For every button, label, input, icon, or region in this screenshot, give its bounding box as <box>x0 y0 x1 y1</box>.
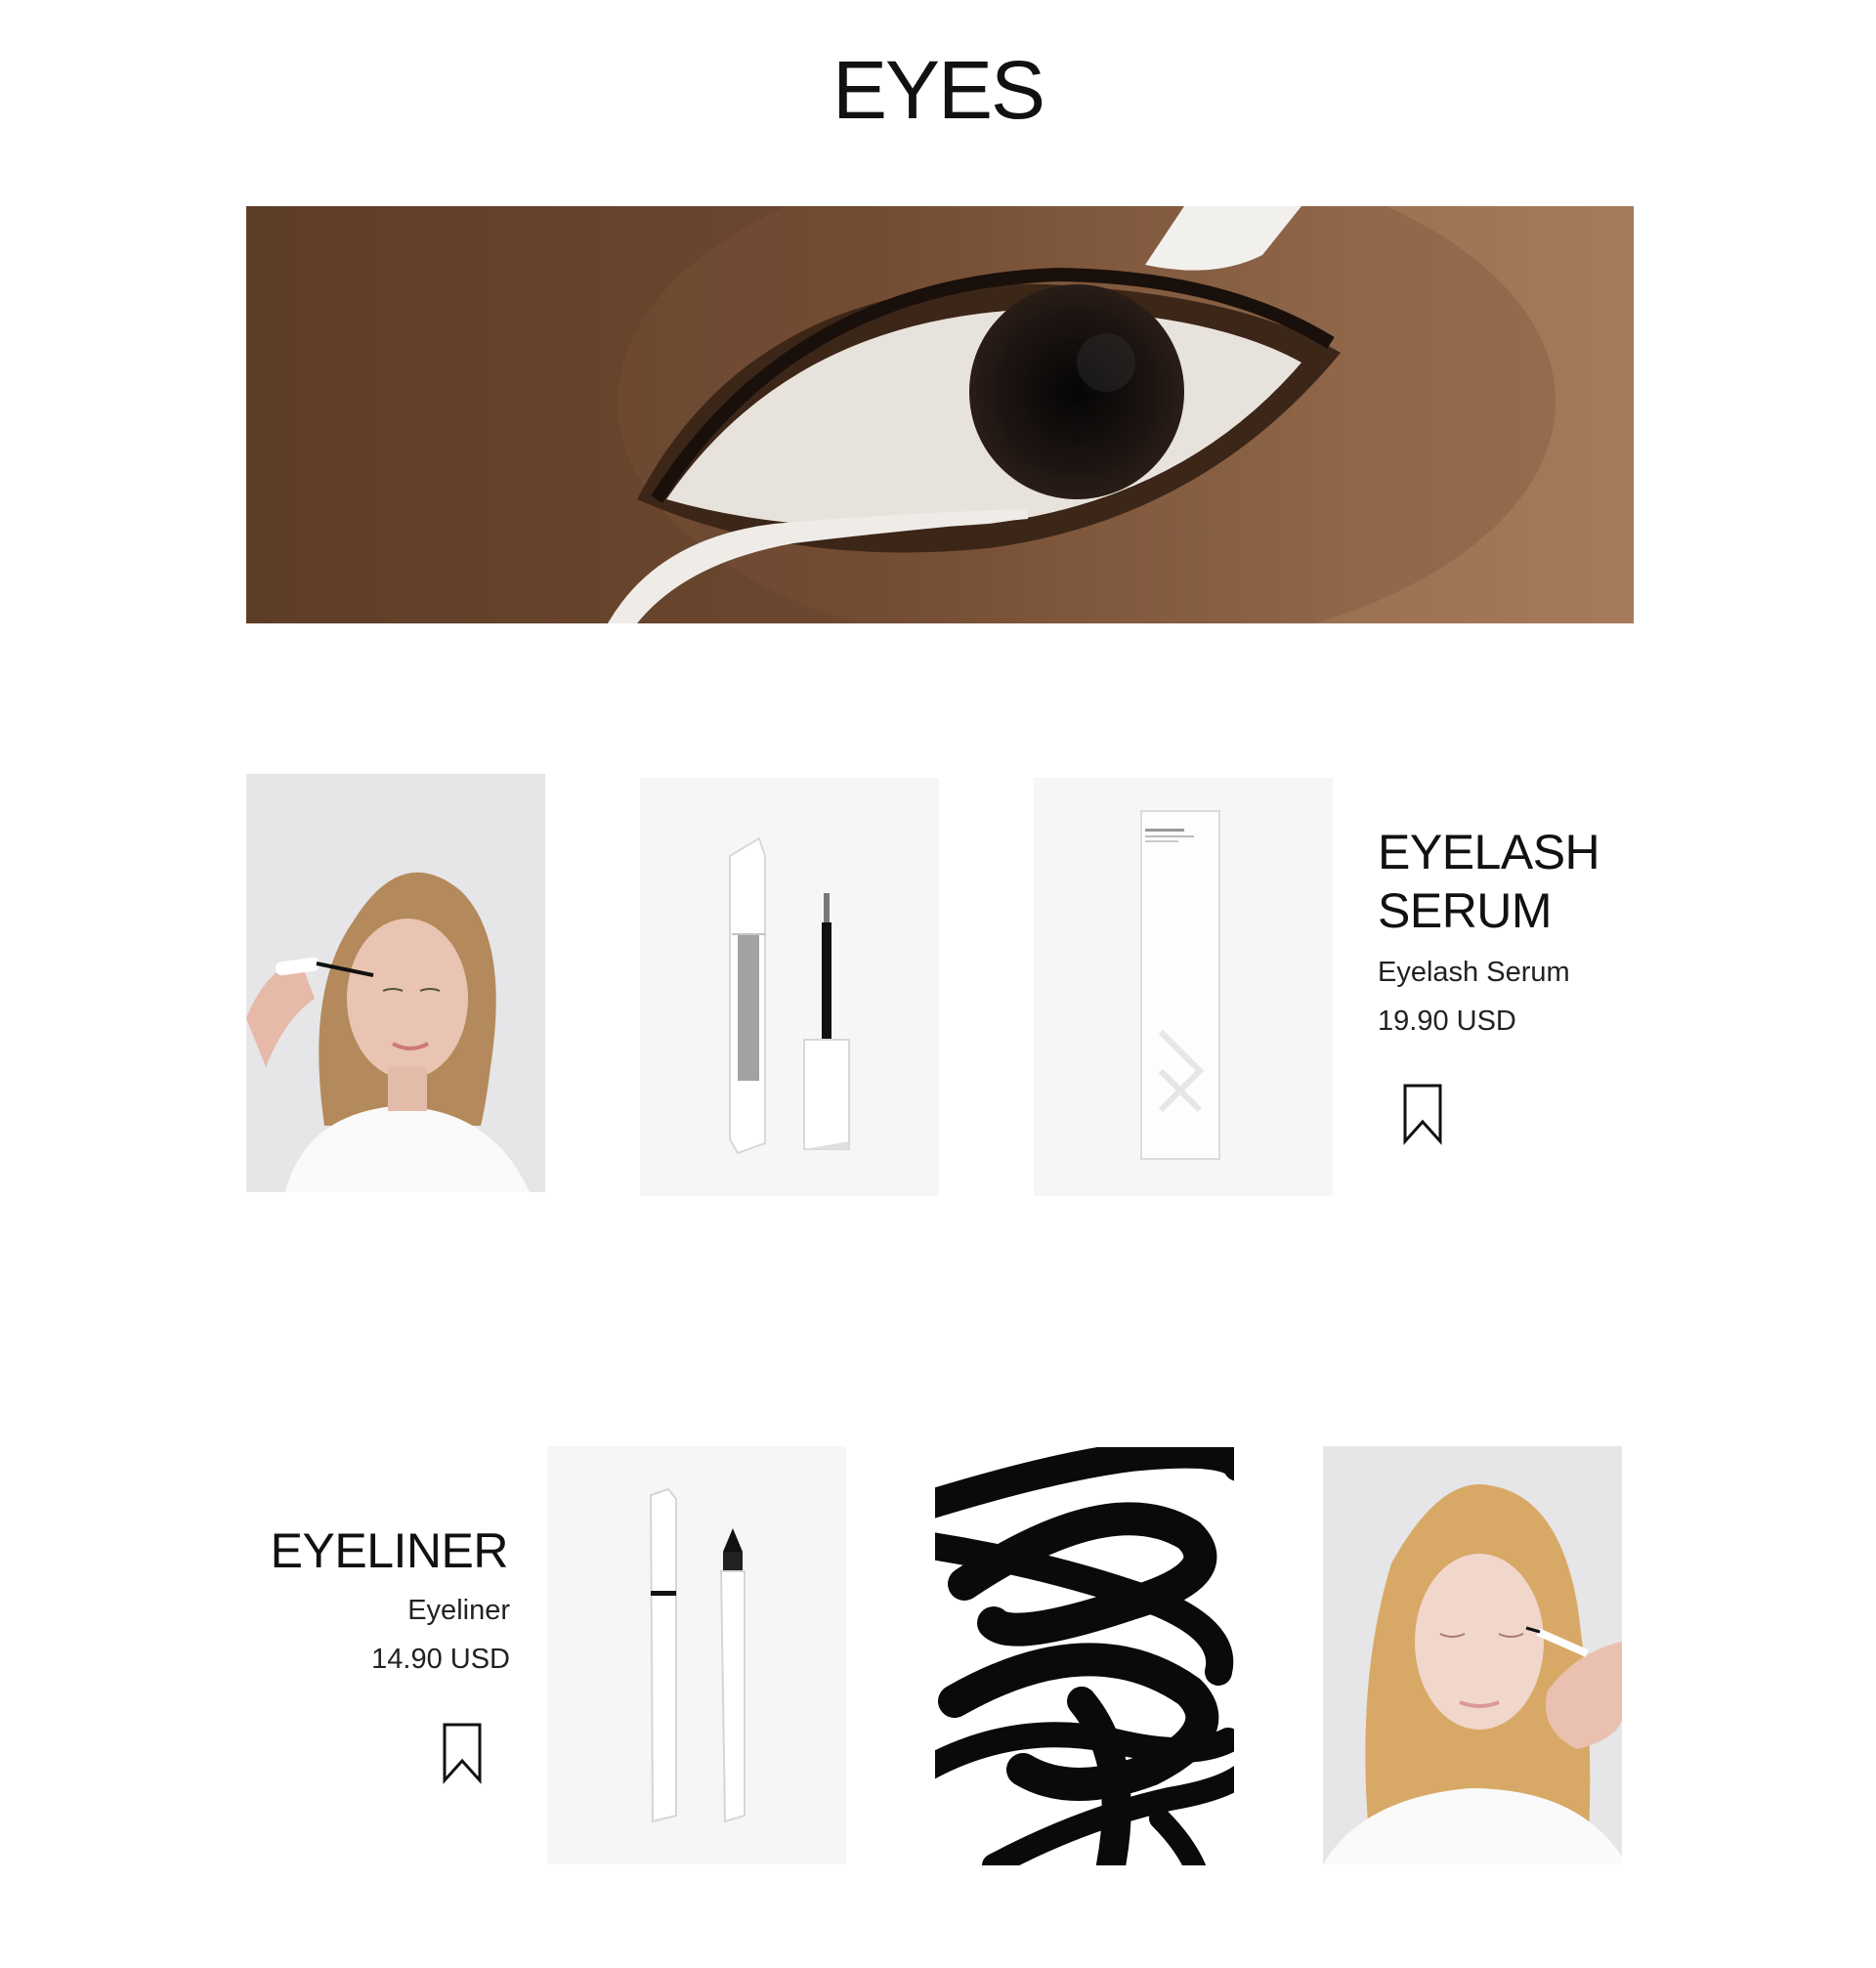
product-image-serum-tube[interactable] <box>640 778 939 1196</box>
model-applying-eyeliner-image <box>1323 1446 1622 1864</box>
eyeliner-bookmark-button[interactable] <box>439 1722 486 1784</box>
product-image-model-eyeliner[interactable] <box>1323 1446 1622 1864</box>
product-image-model-serum[interactable] <box>246 774 545 1192</box>
model-applying-serum-image <box>246 774 545 1192</box>
eyelash-serum-heading: EYELASH SERUM <box>1378 823 1671 940</box>
bookmark-icon <box>1403 1084 1442 1145</box>
black-brush-strokes-image <box>935 1447 1234 1865</box>
hero-banner-image[interactable] <box>246 206 1634 623</box>
eyeliner-pen-image <box>547 1446 846 1864</box>
serum-tube-and-wand-image <box>640 778 939 1196</box>
eyelash-serum-heading-line2: SERUM <box>1378 883 1553 938</box>
eye-closeup-image <box>246 206 1634 623</box>
eyeliner-heading: EYELINER <box>270 1523 509 1578</box>
bookmark-icon <box>443 1723 482 1784</box>
eyeliner-price: 14.90 USD <box>371 1644 510 1675</box>
eyelash-serum-heading-line1: EYELASH <box>1378 825 1600 879</box>
eyeliner-name[interactable]: Eyeliner <box>215 1593 510 1628</box>
eyelash-serum-name[interactable]: Eyelash Serum <box>1378 955 1671 990</box>
eyelash-serum-price: 19.90 USD <box>1378 1005 1516 1037</box>
product-image-brush-strokes[interactable] <box>935 1447 1234 1865</box>
serum-box-image <box>1034 778 1333 1196</box>
product-image-eyeliner-pen[interactable] <box>547 1446 846 1864</box>
page-title: EYES <box>831 44 1045 136</box>
product-image-serum-box[interactable] <box>1034 778 1333 1196</box>
eyelash-serum-bookmark-button[interactable] <box>1399 1083 1446 1145</box>
